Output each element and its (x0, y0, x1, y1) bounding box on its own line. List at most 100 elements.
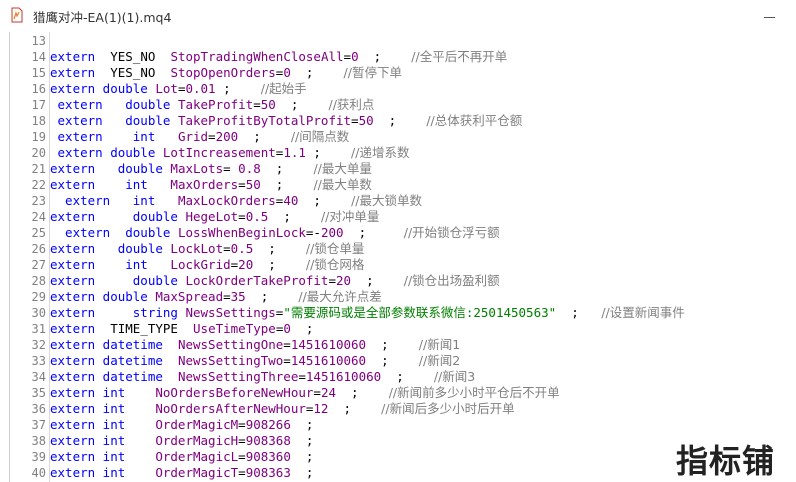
minimize-button[interactable] (762, 8, 778, 22)
code-line[interactable]: 37 extern int OrderMagicM=908266 ; (0, 417, 796, 433)
code-token: //新闻1 (418, 337, 461, 352)
code-token: NewsSettingThree (177, 369, 299, 384)
code-token: LossWhenBeginLock (177, 225, 306, 240)
code-token: ; (351, 273, 404, 288)
code-token: extern int (50, 433, 156, 448)
code-token: TakeProfitByTotalProfit (177, 113, 352, 128)
code-line[interactable]: 29 extern double MaxSpread=35 ; //最大允许点差 (0, 289, 796, 305)
code-text: extern int MaxLockOrders=40 ; //最大锁单数 (50, 193, 422, 209)
code-line[interactable]: 34 extern datetime NewsSettingThree=14516… (0, 369, 796, 385)
code-token: StopTradingWhenCloseAll (170, 49, 344, 64)
line-number: 27 (31, 258, 46, 272)
code-token: 20 (336, 273, 352, 288)
code-token: 908363 (245, 465, 291, 480)
code-line[interactable]: 24 extern double HegeLot=0.5 ; //对冲单量 (0, 209, 796, 225)
code-token: //总体获利平仓额 (426, 113, 523, 128)
line-number: 14 (31, 50, 46, 64)
code-token: = (238, 209, 246, 224)
window-title: 猎鹰对冲-EA(1)(1).mq4 (33, 10, 172, 25)
code-token: 908368 (245, 433, 291, 448)
line-number: 31 (31, 322, 46, 336)
code-line[interactable]: 17 extern double TakeProfit=50 ; //获利点 (0, 97, 796, 113)
code-text: extern double LossWhenBeginLock=-200 ; /… (50, 225, 500, 241)
code-token: OrderMagicM (155, 417, 239, 432)
code-line[interactable]: 32 extern datetime NewsSettingOne=1451610… (0, 337, 796, 353)
code-token: 1451610060 (290, 337, 367, 352)
code-line[interactable]: 25 extern double LossWhenBeginLock=-200 … (0, 225, 796, 241)
code-token: 908266 (245, 417, 291, 432)
code-token: ; (556, 305, 602, 320)
code-token: YES_NO (110, 65, 171, 80)
code-text: extern double LockOrderTakeProfit=20 ; /… (50, 273, 500, 289)
code-token: ; (238, 129, 291, 144)
code-token: //获利点 (328, 97, 375, 112)
code-token: 0 (351, 49, 359, 64)
code-token: MaxLots (170, 161, 224, 176)
code-line[interactable]: 13 (0, 33, 796, 49)
code-line[interactable]: 20 extern double LotIncreasement=1.1 ; /… (0, 145, 796, 161)
code-token: ; (275, 97, 329, 112)
code-token: MaxSpread (155, 289, 224, 304)
code-token: = (223, 289, 231, 304)
line-number: 39 (31, 450, 46, 464)
line-number: 33 (31, 354, 46, 368)
code-line[interactable]: 23 extern int MaxLockOrders=40 ; //最大锁单数 (0, 193, 796, 209)
code-token: ; (260, 177, 314, 192)
code-token: = (223, 241, 231, 256)
code-token: extern double (50, 81, 156, 96)
code-token: = (238, 465, 246, 480)
code-token: //开始锁仓浮亏额 (403, 225, 500, 240)
code-token: //起始手 (260, 81, 307, 96)
code-token: 0.5 (245, 209, 269, 224)
code-token: 50 (358, 113, 374, 128)
code-line[interactable]: 22 extern int MaxOrders=50 ; //最大单数 (0, 177, 796, 193)
code-token: ; (366, 353, 419, 368)
code-token: MaxLockOrders (177, 193, 276, 208)
code-token: = (351, 113, 359, 128)
code-token: OrderMagicT (155, 465, 239, 480)
code-line[interactable]: 15 extern YES_NO StopOpenOrders=0 ; //暂停下… (0, 65, 796, 81)
code-token: = (253, 97, 261, 112)
code-token: 0.01 (185, 81, 216, 96)
code-token: ; (328, 401, 382, 416)
code-token: extern int (50, 401, 156, 416)
code-lines[interactable]: 13 14 extern YES_NO StopTradingWhenCloseAl… (0, 33, 796, 481)
code-token: 0 (283, 65, 291, 80)
code-line[interactable]: 26 extern double LockLot=0.5 ; //锁仓单量 (0, 241, 796, 257)
code-line[interactable]: 36 extern int NoOrdersAfterNewHour=12 ; /… (0, 401, 796, 417)
code-token: NewsSettings (185, 305, 276, 320)
line-number: 15 (31, 66, 46, 80)
code-line[interactable]: 31 extern TIME_TYPE UseTimeType=0 ; (0, 321, 796, 337)
code-line[interactable]: 30 extern string NewsSettings="需要源码或是全部参数… (0, 305, 796, 321)
code-text: extern TIME_TYPE UseTimeType=0 ; (50, 321, 313, 337)
code-line[interactable]: 35 extern int NoOrdersBeforeNewHour=24 ; … (0, 385, 796, 401)
code-token: extern double (50, 97, 178, 112)
code-line[interactable]: 33 extern datetime NewsSettingTwo=1451610… (0, 353, 796, 369)
code-token: = (208, 129, 216, 144)
code-text: extern int LockGrid=20 ; //锁仓网格 (50, 257, 364, 273)
code-token: = (223, 161, 239, 176)
line-number: 25 (31, 226, 46, 240)
code-line[interactable]: 21 extern double MaxLots= 0.8 ; //最大单量 (0, 161, 796, 177)
code-line[interactable]: 14 extern YES_NO StopTradingWhenCloseAll=… (0, 49, 796, 65)
code-line[interactable]: 27 extern int LockGrid=20 ; //锁仓网格 (0, 257, 796, 273)
code-token: "需要源码或是全部参数联系微信:2501450563" (283, 305, 557, 320)
code-line[interactable]: 19 extern int Grid=200 ; //间隔点数 (0, 129, 796, 145)
code-token: ; (366, 337, 419, 352)
code-token: ; (290, 433, 314, 448)
code-line[interactable]: 18 extern double TakeProfitByTotalProfit… (0, 113, 796, 129)
code-token: extern double (50, 113, 178, 128)
line-number: 38 (31, 434, 46, 448)
code-text: extern double LotIncreasement=1.1 ; //递增… (50, 145, 410, 161)
code-text: extern int OrderMagicT=908363 ; (50, 465, 313, 481)
code-token: //新闻3 (433, 369, 476, 384)
code-line[interactable]: 28 extern double LockOrderTakeProfit=20 ;… (0, 273, 796, 289)
code-token: extern double (50, 289, 156, 304)
code-token: StopOpenOrders (170, 65, 276, 80)
code-token: //最大允许点差 (298, 289, 382, 304)
code-line[interactable]: 16 extern double Lot=0.01 ; //起始手 (0, 81, 796, 97)
code-token: //锁仓出场盈利额 (403, 273, 500, 288)
code-text: extern double MaxSpread=35 ; //最大允许点差 (50, 289, 382, 305)
line-number: 17 (31, 98, 46, 112)
code-token: LockGrid (170, 257, 231, 272)
